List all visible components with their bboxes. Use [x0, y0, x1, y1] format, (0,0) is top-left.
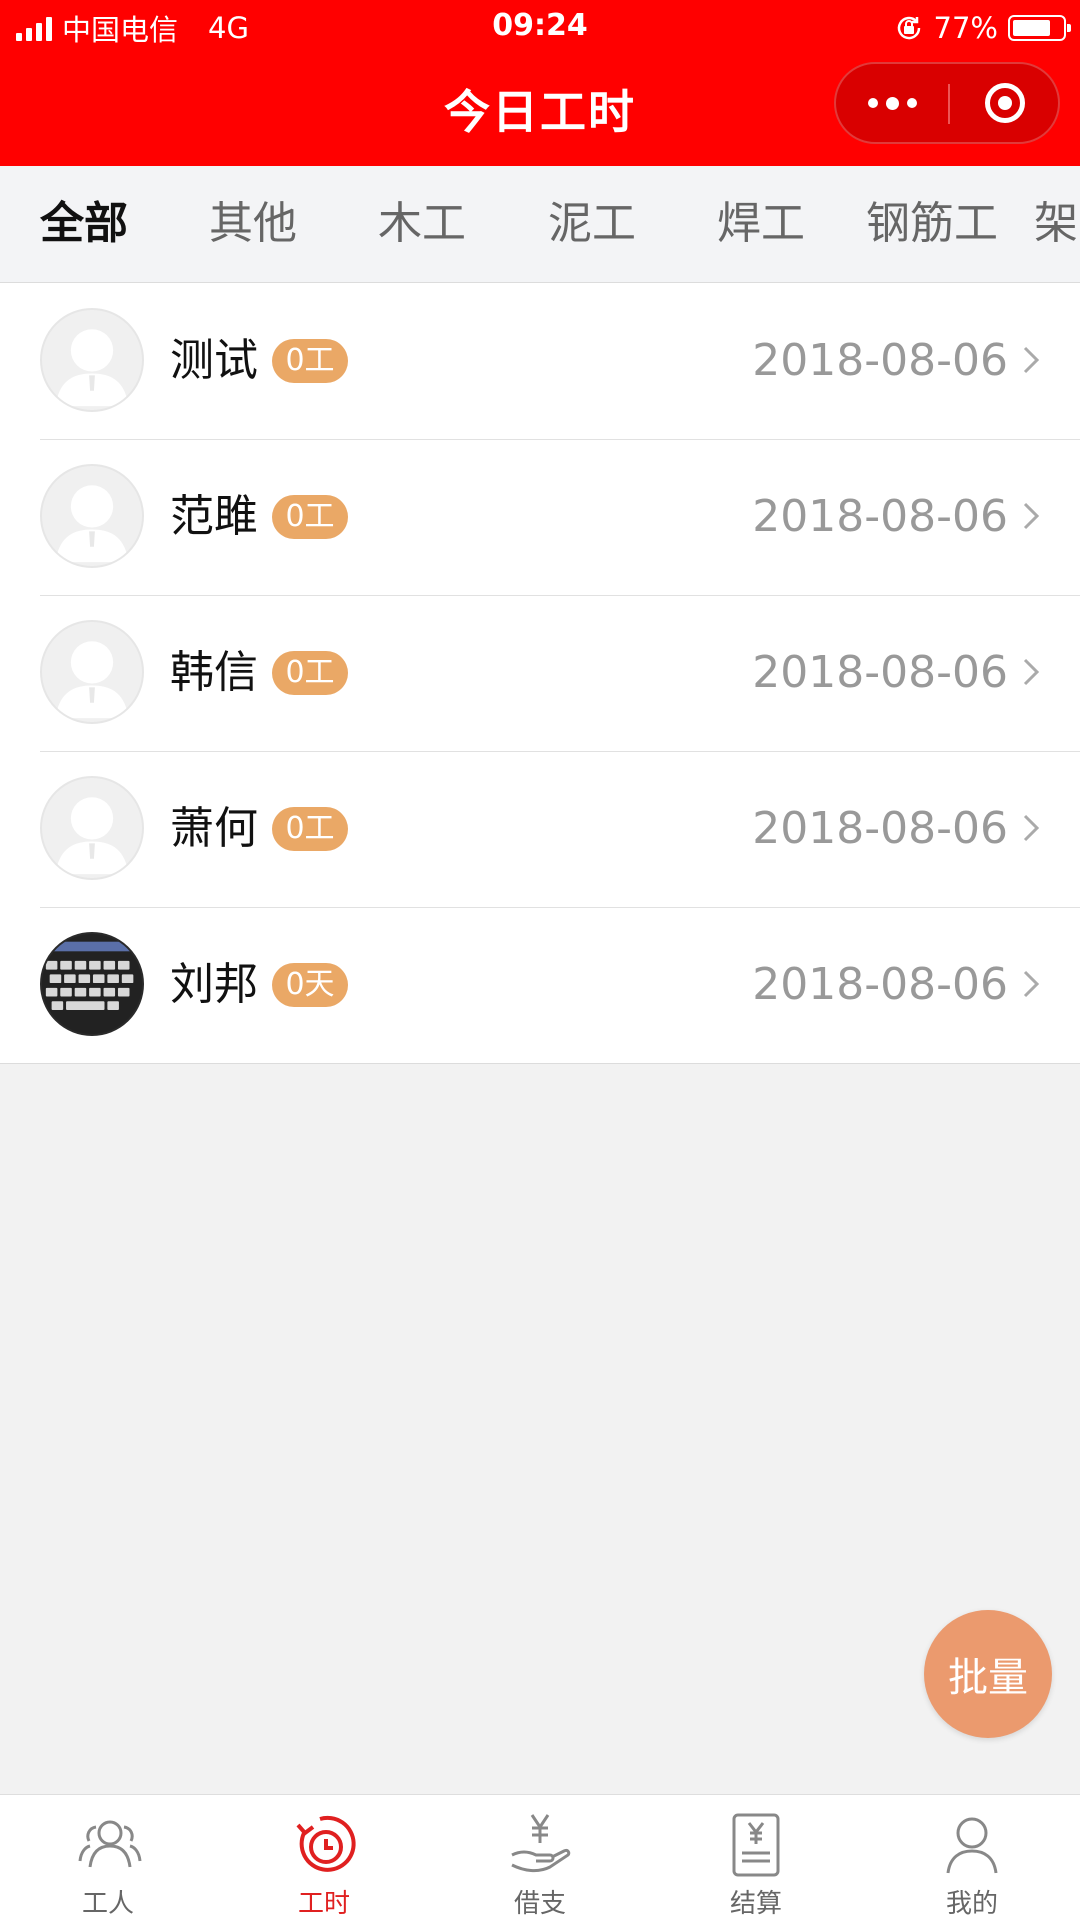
- nav-label: 借支: [513, 1889, 566, 1919]
- nav-label: 结算: [729, 1889, 782, 1919]
- worker-date: 2018-08-06: [752, 803, 1008, 854]
- hours-badge: 0工: [272, 339, 348, 383]
- worker-date: 2018-08-06: [752, 335, 1008, 386]
- nav-mine[interactable]: 我的: [864, 1795, 1080, 1921]
- header: 中国电信 4G 09:24 77% 今日工时: [0, 0, 1080, 166]
- hours-badge: 0天: [272, 963, 348, 1007]
- nav-label: 工时: [297, 1889, 350, 1919]
- worker-row[interactable]: 萧何 0工 2018-08-06: [0, 751, 1080, 907]
- status-bar: 中国电信 4G 09:24 77%: [0, 0, 1080, 54]
- category-tabs: 全部 其他 木工 泥工 焊工 钢筋工 架: [0, 166, 1080, 283]
- worker-name: 范雎: [170, 491, 258, 542]
- people-icon: [78, 1820, 142, 1868]
- tab-welder[interactable]: 焊工: [717, 166, 805, 282]
- worker-row[interactable]: 韩信 0工 2018-08-06: [0, 595, 1080, 751]
- chevron-right-icon: [1023, 970, 1040, 998]
- tab-scaffolder[interactable]: 架: [1034, 166, 1078, 282]
- bottom-nav: 工人 工时 借支 结算 我的: [0, 1794, 1080, 1921]
- tab-rebar-worker[interactable]: 钢筋工: [866, 166, 998, 282]
- tab-carpenter[interactable]: 木工: [378, 166, 466, 282]
- worker-name: 测试: [170, 335, 258, 386]
- worker-date: 2018-08-06: [752, 959, 1008, 1010]
- nav-settlement[interactable]: 结算: [648, 1795, 864, 1921]
- tab-mason[interactable]: 泥工: [548, 166, 636, 282]
- default-avatar-icon: [40, 776, 144, 880]
- chevron-right-icon: [1023, 814, 1040, 842]
- person-icon: [946, 1817, 998, 1874]
- battery-icon: [1008, 15, 1071, 41]
- nav-workers[interactable]: 工人: [0, 1795, 216, 1921]
- worker-row[interactable]: 范雎 0工 2018-08-06: [0, 439, 1080, 595]
- nav-label: 工人: [81, 1889, 134, 1919]
- more-dots-icon[interactable]: [836, 64, 948, 142]
- worker-row[interactable]: 刘邦 0天 2018-08-06: [0, 907, 1080, 1063]
- nav-hours[interactable]: 工时: [216, 1795, 432, 1921]
- default-avatar-icon: [40, 464, 144, 568]
- yen-hand-icon: [511, 1814, 571, 1873]
- default-avatar-icon: [40, 620, 144, 724]
- clock-icon: [296, 1815, 356, 1872]
- worker-date: 2018-08-06: [752, 647, 1008, 698]
- hours-badge: 0工: [272, 807, 348, 851]
- hours-badge: 0工: [272, 651, 348, 695]
- chevron-right-icon: [1023, 658, 1040, 686]
- nav-advance[interactable]: 借支: [432, 1795, 648, 1921]
- worker-list: 测试 0工 2018-08-06 范雎 0工 2018-08-06 韩信 0工 …: [0, 283, 1080, 1064]
- chevron-right-icon: [1023, 346, 1040, 374]
- worker-name: 韩信: [170, 647, 258, 698]
- rotation-lock-icon: [897, 16, 920, 40]
- worker-date: 2018-08-06: [752, 491, 1008, 542]
- nav-label: 我的: [945, 1889, 998, 1919]
- photo-avatar: [40, 932, 144, 1036]
- battery-percent: 77%: [933, 11, 998, 45]
- batch-button[interactable]: 批量: [924, 1610, 1052, 1738]
- worker-row[interactable]: 测试 0工 2018-08-06: [0, 283, 1080, 439]
- chevron-right-icon: [1023, 502, 1040, 530]
- worker-name: 萧何: [170, 803, 258, 854]
- tab-other[interactable]: 其他: [209, 166, 297, 282]
- tab-all[interactable]: 全部: [40, 166, 128, 282]
- default-avatar-icon: [40, 308, 144, 412]
- yen-document-icon: [732, 1813, 780, 1877]
- target-circle-icon[interactable]: [950, 64, 1060, 142]
- hours-badge: 0工: [272, 495, 348, 539]
- worker-name: 刘邦: [170, 959, 258, 1010]
- miniprogram-capsule: [834, 62, 1060, 144]
